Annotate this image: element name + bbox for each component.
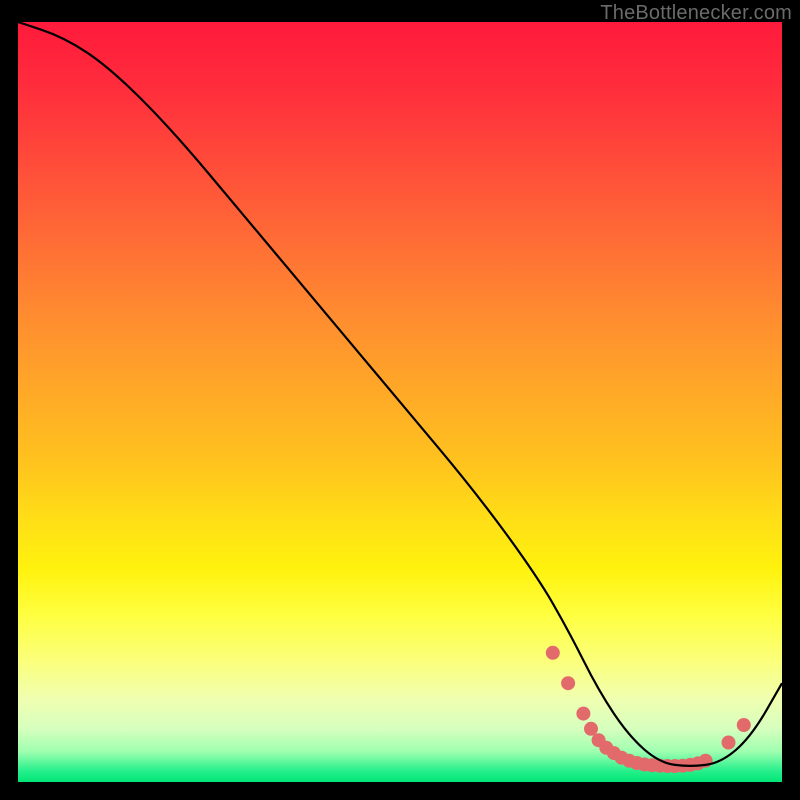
bottleneck-curve: [18, 22, 782, 766]
marker-dot: [722, 736, 736, 750]
marker-dot: [546, 646, 560, 660]
watermark-text: TheBottlenecker.com: [600, 2, 792, 25]
marker-dot: [561, 676, 575, 690]
marker-dot: [737, 718, 751, 732]
chart-frame: TheBottlenecker.com: [0, 0, 800, 800]
chart-svg: [18, 22, 782, 782]
marker-dot: [584, 722, 598, 736]
marker-dot: [576, 707, 590, 721]
